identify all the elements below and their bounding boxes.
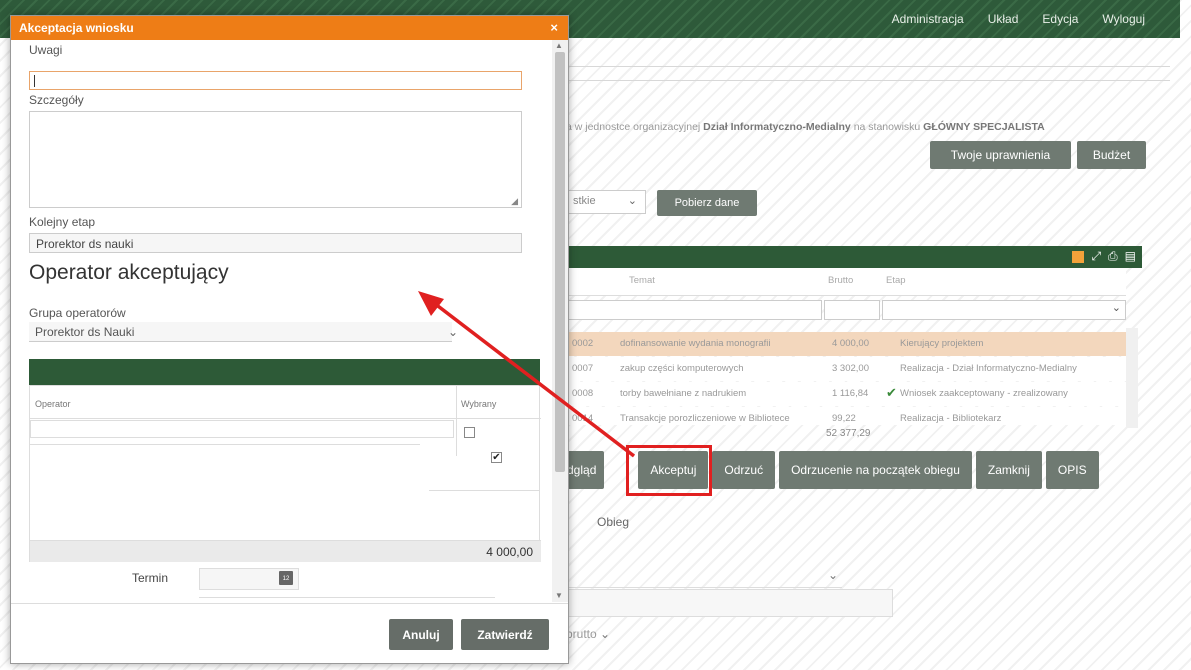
resize-handle-icon[interactable]: ◢ bbox=[511, 196, 518, 207]
table-row[interactable]: 0002 dofinansowanie wydania monografii 4… bbox=[566, 332, 1126, 356]
table-row[interactable]: 0008 torby bawełniane z nadrukiem 1 116,… bbox=[566, 382, 1126, 406]
budget-button[interactable]: Budżet bbox=[1077, 141, 1146, 169]
szczegoly-label: Szczegóły bbox=[29, 93, 84, 107]
grupa-select[interactable]: Prorektor ds Nauki ⌄ bbox=[29, 322, 458, 342]
filter-select[interactable]: stkie ⌄ bbox=[566, 190, 646, 214]
close-icon[interactable]: × bbox=[550, 20, 558, 35]
scroll-up-icon[interactable]: ▲ bbox=[555, 41, 563, 50]
export-icon[interactable]: ▤ bbox=[1125, 249, 1136, 264]
operator-row-checkbox[interactable]: ✔ bbox=[491, 452, 502, 463]
divider bbox=[199, 597, 495, 598]
operator-table: Operator Wybrany ✔ 4 000,00 bbox=[29, 385, 541, 562]
divider bbox=[560, 80, 1170, 81]
divider bbox=[30, 418, 541, 419]
chevron-down-icon: ⌄ bbox=[627, 195, 637, 207]
text-caret bbox=[34, 75, 35, 87]
permissions-button[interactable]: Twoje uprawnienia bbox=[930, 141, 1071, 169]
highlight-box bbox=[626, 445, 712, 496]
table-row[interactable]: 0007 zakup części komputerowych 3 302,00… bbox=[566, 357, 1126, 381]
col-temat[interactable]: Temat bbox=[629, 275, 655, 286]
kolejny-etap-label: Kolejny etap bbox=[29, 215, 96, 229]
table-row[interactable]: 0014 Transakcje porozliczeniowe w Biblio… bbox=[566, 407, 1126, 425]
column-divider bbox=[456, 386, 457, 456]
grupa-label: Grupa operatorów bbox=[29, 306, 126, 320]
operator-table-bar bbox=[29, 359, 540, 385]
preview-button[interactable]: dgląd bbox=[563, 451, 605, 489]
total-amount: 4 000,00 bbox=[486, 545, 533, 559]
szczegoly-textarea[interactable]: ◢ bbox=[29, 111, 522, 208]
divider bbox=[560, 66, 1170, 67]
col-brutto[interactable]: Brutto bbox=[828, 275, 853, 286]
reject-to-start-button[interactable]: Odrzucenie na początek obiegu bbox=[779, 451, 972, 489]
menu-wyloguj[interactable]: Wyloguj bbox=[1102, 12, 1145, 26]
chevron-down-icon: ⌄ bbox=[827, 568, 838, 582]
filter-temat-input[interactable] bbox=[566, 300, 822, 320]
col-wybrany: Wybrany bbox=[461, 399, 497, 409]
close-button[interactable]: Zamknij bbox=[975, 451, 1042, 489]
uwagi-input[interactable] bbox=[29, 71, 522, 90]
brutto-select[interactable]: brutto ⌄ bbox=[566, 627, 610, 641]
table-toolbar: ⤢ ⎙ ▤ bbox=[566, 246, 1142, 268]
uwagi-label: Uwagi bbox=[29, 43, 63, 57]
col-etap[interactable]: Etap bbox=[886, 275, 906, 286]
scroll-down-icon[interactable]: ▼ bbox=[555, 591, 563, 600]
confirm-button[interactable]: Zatwierdź bbox=[461, 619, 549, 650]
divider bbox=[30, 444, 420, 445]
cancel-button[interactable]: Anuluj bbox=[389, 619, 453, 650]
tab-obieg[interactable]: Obieg bbox=[597, 515, 629, 529]
scrollbar-thumb[interactable] bbox=[555, 52, 565, 472]
calendar-icon[interactable]: 12 bbox=[279, 571, 293, 585]
menu-administracja[interactable]: Administracja bbox=[892, 12, 964, 26]
filter-brutto-input[interactable] bbox=[824, 300, 880, 320]
dialog-footer: Anuluj Zatwierdź bbox=[11, 603, 568, 663]
divider bbox=[429, 490, 539, 491]
acceptance-dialog: Akceptacja wniosku × Uwagi Szczegóły ◢ K… bbox=[10, 15, 569, 664]
top-menu: Administracja Układ Edycja Wyloguj bbox=[892, 12, 1145, 26]
print-icon[interactable]: ⎙ bbox=[1108, 249, 1118, 264]
table-header: Temat Brutto Etap bbox=[566, 268, 1126, 296]
menu-uklad[interactable]: Układ bbox=[988, 12, 1019, 26]
table-filter-row: ⌄ bbox=[566, 300, 1126, 320]
user-info-text: a w jednostce organizacyjnej Dział Infor… bbox=[566, 121, 1045, 133]
background-input[interactable] bbox=[566, 589, 893, 617]
reject-button[interactable]: Odrzuć bbox=[712, 451, 776, 489]
position-name: GŁÓWNY SPECJALISTA bbox=[923, 121, 1045, 133]
table-scrollbar[interactable] bbox=[1126, 328, 1138, 428]
chevron-down-icon: ⌄ bbox=[447, 325, 458, 339]
chevron-down-icon: ⌄ bbox=[600, 627, 611, 641]
wybrany-filter-checkbox[interactable] bbox=[464, 427, 475, 438]
grid-view-icon[interactable] bbox=[1072, 251, 1085, 263]
section-title: Operator akceptujący bbox=[29, 261, 229, 284]
opis-button[interactable]: OPIS bbox=[1045, 451, 1099, 489]
check-icon: ✔ bbox=[886, 385, 897, 400]
table-sum: 52 377,29 bbox=[826, 428, 871, 439]
unit-name: Dział Informatyczno-Medialny bbox=[703, 121, 851, 133]
operator-table-footer: 4 000,00 bbox=[30, 540, 541, 562]
kolejny-etap-input[interactable]: Prorektor ds nauki bbox=[29, 233, 522, 253]
chevron-down-icon: ⌄ bbox=[1111, 302, 1121, 314]
dialog-scrollbar[interactable]: ▲ ▼ bbox=[552, 40, 568, 602]
expand-icon[interactable]: ⤢ bbox=[1091, 249, 1101, 264]
dialog-body: Uwagi Szczegóły ◢ Kolejny etap Prorektor… bbox=[11, 40, 552, 602]
menu-edycja[interactable]: Edycja bbox=[1042, 12, 1078, 26]
col-operator: Operator bbox=[35, 399, 71, 409]
termin-label: Termin bbox=[132, 571, 169, 585]
background-select[interactable]: ⌄ bbox=[566, 566, 842, 588]
fetch-data-button[interactable]: Pobierz dane bbox=[657, 190, 757, 216]
operator-filter-input[interactable] bbox=[30, 420, 454, 438]
dialog-header: Akceptacja wniosku × bbox=[11, 16, 568, 40]
filter-etap-select[interactable]: ⌄ bbox=[882, 300, 1126, 320]
dialog-title: Akceptacja wniosku bbox=[19, 21, 134, 35]
